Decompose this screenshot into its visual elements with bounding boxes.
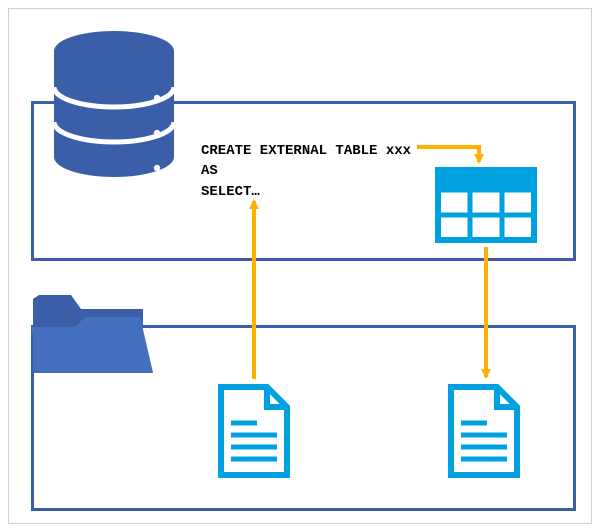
database-icon: [49, 29, 179, 179]
document-icon-left: [217, 383, 291, 479]
sql-line2: AS: [201, 163, 218, 179]
sql-line3: SELECT…: [201, 184, 260, 200]
diagram-canvas: CREATE EXTERNAL TABLE xxx AS SELECT…: [8, 8, 592, 524]
document-icon-right: [447, 383, 521, 479]
folder-icon: [31, 283, 153, 381]
sql-line1: CREATE EXTERNAL TABLE xxx: [201, 143, 411, 159]
sql-statement: CREATE EXTERNAL TABLE xxx AS SELECT…: [201, 141, 411, 202]
table-icon: [435, 167, 537, 243]
